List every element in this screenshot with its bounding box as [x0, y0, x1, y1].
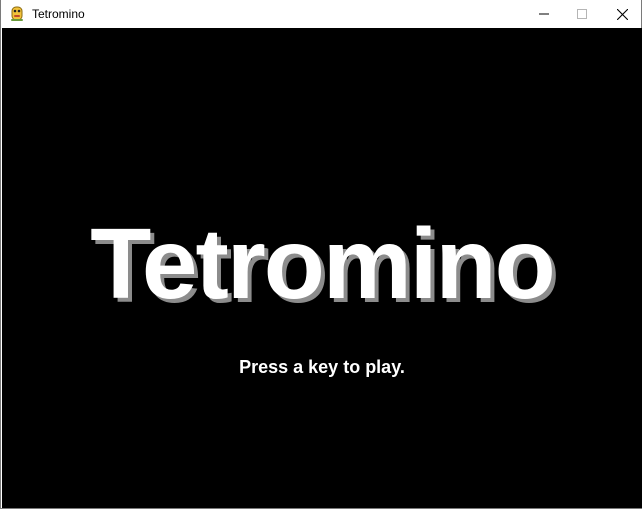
python-snake-icon: [11, 6, 23, 21]
minimize-icon: [539, 13, 549, 15]
game-canvas[interactable]: Tetromino Press a key to play.: [2, 28, 642, 508]
close-icon: [616, 8, 628, 20]
game-title: Tetromino: [90, 208, 555, 320]
press-key-prompt: Press a key to play.: [239, 357, 405, 377]
app-window: Tetromino Tetromino Press a key to play.: [0, 0, 642, 509]
close-button[interactable]: [599, 0, 642, 28]
maximize-icon: [577, 9, 587, 19]
window-title: Tetromino: [32, 7, 85, 21]
title-bar[interactable]: Tetromino: [1, 0, 641, 28]
